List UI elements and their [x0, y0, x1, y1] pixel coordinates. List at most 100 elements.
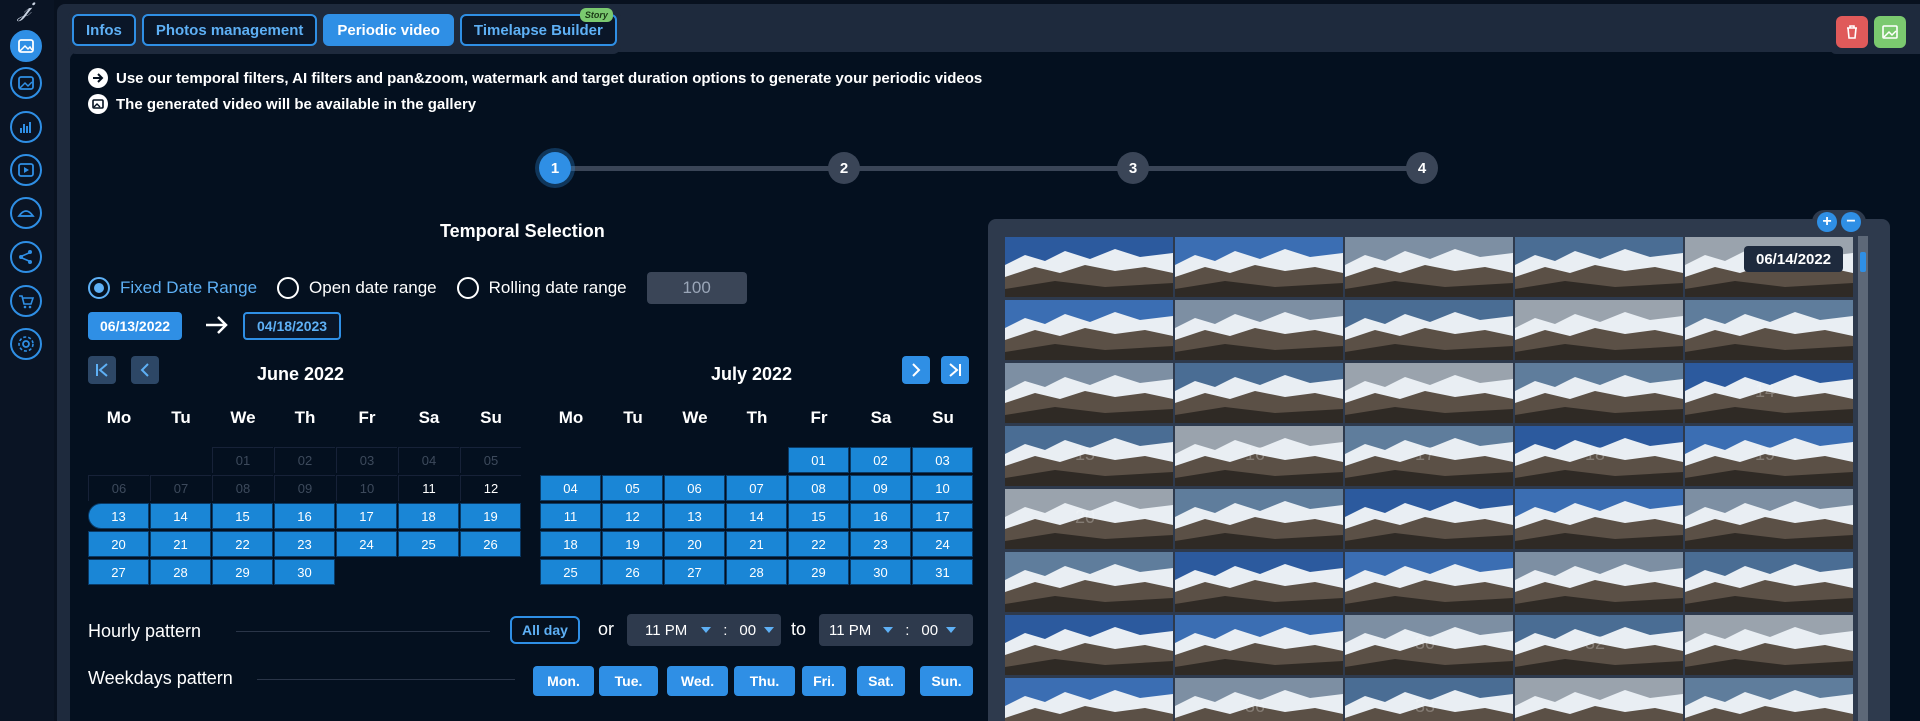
calendar-day[interactable]: 08 — [788, 475, 849, 501]
calendar-day[interactable]: 13 — [88, 503, 149, 529]
photo-thumbnail[interactable] — [1515, 552, 1683, 612]
radio-open-date-range[interactable]: Open date range — [277, 277, 437, 299]
calendar-day[interactable]: 19 — [460, 503, 521, 529]
photo-thumbnail[interactable]: 33 — [1345, 678, 1513, 721]
calendar-day[interactable]: 20 — [664, 531, 725, 557]
calendar-day[interactable]: 20 — [88, 531, 149, 557]
calendar-day[interactable]: 27 — [88, 559, 149, 585]
calendar-day[interactable]: 17 — [336, 503, 397, 529]
photo-thumbnail[interactable] — [1175, 552, 1343, 612]
calendar-day[interactable]: 14 — [150, 503, 211, 529]
next-month-button[interactable] — [902, 356, 930, 384]
photo-thumbnail[interactable] — [1005, 300, 1173, 360]
calendar-day[interactable]: 02 — [274, 447, 335, 473]
step-2[interactable]: 2 — [828, 152, 860, 184]
calendar-day[interactable]: 07 — [150, 475, 211, 501]
photo-thumbnail[interactable]: 20 — [1005, 489, 1173, 549]
photo-thumbnail[interactable] — [1345, 552, 1513, 612]
calendar-day[interactable]: 13 — [664, 503, 725, 529]
photo-thumbnail[interactable] — [1345, 237, 1513, 297]
photo-thumbnail[interactable] — [1345, 300, 1513, 360]
calendar-day[interactable]: 24 — [912, 531, 973, 557]
prev-month-button[interactable] — [131, 356, 159, 384]
calendar-day[interactable]: 29 — [212, 559, 273, 585]
calendar-day[interactable]: 27 — [664, 559, 725, 585]
gallery-scroll-thumb[interactable] — [1860, 252, 1866, 272]
date-to-chip[interactable]: 04/18/2023 — [243, 312, 342, 340]
calendar-day[interactable]: 16 — [274, 503, 335, 529]
photo-thumbnail[interactable] — [1175, 363, 1343, 423]
photo-thumbnail[interactable]: 15 — [1005, 426, 1173, 486]
video-icon[interactable] — [10, 154, 42, 186]
all-day-button[interactable]: All day — [510, 616, 580, 644]
share-icon[interactable] — [10, 241, 42, 273]
calendar-day[interactable]: 17 — [912, 503, 973, 529]
settings-icon[interactable] — [10, 328, 42, 360]
calendar-day[interactable]: 19 — [602, 531, 663, 557]
photo-thumbnail[interactable] — [1175, 489, 1343, 549]
photo-thumbnail[interactable] — [1685, 300, 1853, 360]
gallery-button[interactable] — [1874, 16, 1906, 48]
calendar-day[interactable]: 28 — [150, 559, 211, 585]
time-to-select[interactable]: 11 PM : 00 — [819, 614, 973, 646]
calendar-day[interactable]: 26 — [602, 559, 663, 585]
calendar-day[interactable]: 24 — [336, 531, 397, 557]
photo-thumbnail[interactable] — [1005, 552, 1173, 612]
calendar-day[interactable]: 06 — [88, 475, 149, 501]
photo-thumbnail[interactable] — [1515, 237, 1683, 297]
radio-rolling-date-range[interactable]: Rolling date range — [456, 277, 627, 299]
calendar-day[interactable]: 04 — [398, 447, 459, 473]
calendar-day[interactable]: 06 — [664, 475, 725, 501]
photo-thumbnail[interactable]: 18 — [1515, 426, 1683, 486]
photo-thumbnail[interactable] — [1005, 615, 1173, 675]
date-from-chip[interactable]: 06/13/2022 — [88, 312, 183, 340]
photo-thumbnail[interactable] — [1685, 615, 1853, 675]
calendar-day[interactable]: 09 — [274, 475, 335, 501]
photo-thumbnail[interactable] — [1005, 237, 1173, 297]
weekday-button[interactable]: Thu. — [734, 666, 795, 696]
photo-thumbnail[interactable] — [1685, 678, 1853, 721]
calendar-day[interactable]: 29 — [788, 559, 849, 585]
image-icon[interactable] — [10, 30, 42, 62]
photo-thumbnail[interactable] — [1345, 363, 1513, 423]
calendar-day[interactable]: 11 — [398, 475, 459, 501]
calendar-day[interactable]: 30 — [850, 559, 911, 585]
photo-thumbnail[interactable] — [1005, 363, 1173, 423]
calendar-day[interactable]: 23 — [274, 531, 335, 557]
calendar-day[interactable]: 16 — [850, 503, 911, 529]
calendar-day[interactable]: 25 — [540, 559, 601, 585]
calendar-day[interactable]: 21 — [726, 531, 787, 557]
delete-button[interactable] — [1836, 16, 1868, 48]
photo-thumbnail[interactable]: 14 — [1685, 363, 1853, 423]
photo-thumbnail[interactable] — [1515, 489, 1683, 549]
calendar-day[interactable]: 05 — [602, 475, 663, 501]
calendar-day[interactable]: 15 — [788, 503, 849, 529]
tab-periodic-video[interactable]: Periodic video — [323, 14, 454, 46]
photo-thumbnail[interactable] — [1685, 552, 1853, 612]
calendar-day[interactable]: 03 — [336, 447, 397, 473]
photo-thumbnail[interactable]: 17 — [1345, 426, 1513, 486]
calendar-day[interactable]: 18 — [540, 531, 601, 557]
photo-thumbnail[interactable] — [1515, 300, 1683, 360]
calendar-day[interactable]: 05 — [460, 447, 521, 473]
chart-icon[interactable] — [10, 111, 42, 143]
photo-thumbnail[interactable] — [1345, 489, 1513, 549]
calendar-day[interactable]: 01 — [788, 447, 849, 473]
calendar-day[interactable]: 23 — [850, 531, 911, 557]
calendar-day[interactable]: 15 — [212, 503, 273, 529]
calendar-day[interactable]: 11 — [540, 503, 601, 529]
calendar-day[interactable]: 01 — [212, 447, 273, 473]
zoom-in-button[interactable]: + — [1817, 212, 1837, 232]
photo-thumbnail[interactable]: 30 — [1345, 615, 1513, 675]
calendar-day[interactable]: 09 — [850, 475, 911, 501]
rolling-days-input[interactable]: 100 — [646, 272, 747, 304]
photo-thumbnail[interactable] — [1685, 489, 1853, 549]
photo-thumbnail[interactable] — [1005, 678, 1173, 721]
cart-icon[interactable] — [10, 285, 42, 317]
weekday-button[interactable]: Sun. — [920, 666, 973, 696]
tab-photos-management[interactable]: Photos management — [141, 14, 318, 46]
time-from-select[interactable]: 11 PM : 00 — [627, 614, 781, 646]
calendar-day[interactable]: 03 — [912, 447, 973, 473]
calendar-day[interactable]: 12 — [602, 503, 663, 529]
step-3[interactable]: 3 — [1117, 152, 1149, 184]
